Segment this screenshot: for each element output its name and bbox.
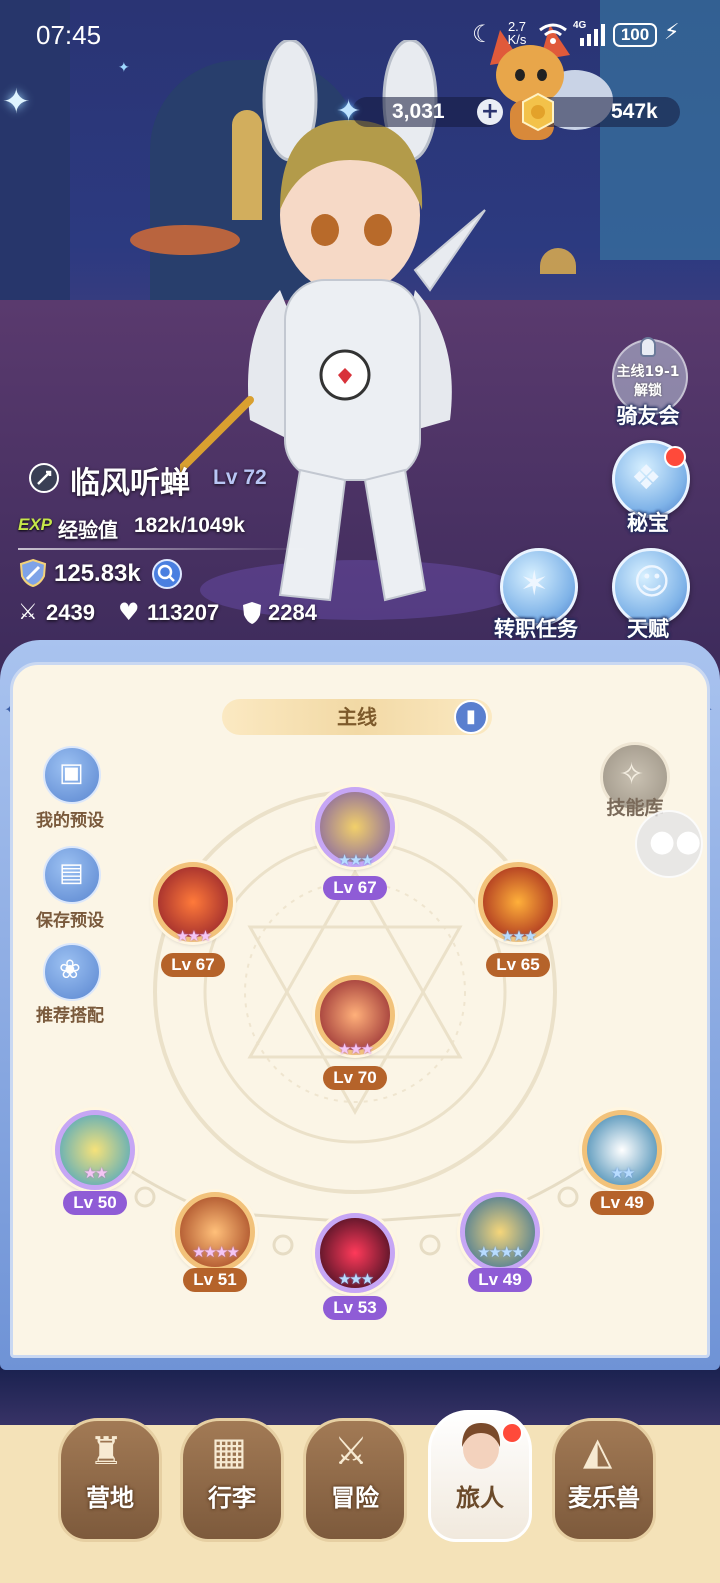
- riders-club-lock-text-1: 主线19-1: [616, 364, 680, 380]
- traveler-notification-dot: [501, 1422, 523, 1444]
- backpack-icon: ▦: [211, 1429, 247, 1473]
- skill-stars: ★★★: [175, 927, 212, 945]
- treasure-label: 秘宝: [627, 511, 669, 535]
- clover-icon: ❀: [59, 955, 81, 985]
- crossed-swords-icon: ⚔: [334, 1429, 369, 1473]
- character-level: Lv 72: [213, 466, 267, 489]
- talent-head-icon: ☺: [633, 562, 671, 603]
- castle-icon: ♜: [89, 1429, 124, 1473]
- exp-value: 182k/1049k: [134, 514, 245, 537]
- nav-traveler-label: 旅人: [456, 1484, 504, 1512]
- power-shield-icon: [19, 558, 47, 588]
- defense-shield-icon: [243, 602, 261, 624]
- tab-main-line[interactable]: 主线: [222, 699, 492, 735]
- talent-label: 天赋: [627, 617, 669, 641]
- combat-power-value: 125.83k: [54, 560, 141, 587]
- skill-stars: ★★: [83, 1164, 109, 1182]
- moon-icon: ☾: [472, 20, 494, 48]
- net-speed-unit: K/s: [507, 32, 527, 47]
- save-icon: ▤: [59, 858, 84, 888]
- chat-button[interactable]: ●●: [635, 810, 703, 878]
- skill-level: Lv 65: [486, 953, 550, 977]
- traveler-avatar-icon: [462, 1423, 501, 1469]
- sparkle-icon: ✦: [118, 60, 130, 76]
- treasure-notification-dot: [664, 446, 686, 468]
- skill-stars: ★★: [610, 1164, 636, 1182]
- class-icon: [29, 463, 59, 493]
- character-name: 临风听蝉: [70, 466, 190, 501]
- gold-currency-value: 547k: [611, 100, 658, 123]
- lock-icon: [640, 337, 656, 357]
- recommended-build-label: 推荐搭配: [36, 1006, 104, 1026]
- gold-coin-icon: [522, 92, 554, 132]
- pet-face-icon: ◭: [583, 1429, 613, 1473]
- job-quest-icon: ✶: [520, 564, 549, 604]
- nav-adventure-label: 冒险: [331, 1484, 379, 1512]
- my-preset-button[interactable]: ▣: [43, 746, 101, 804]
- recommended-build-button[interactable]: ❀: [43, 943, 101, 1001]
- skill-level: Lv 49: [590, 1191, 654, 1215]
- tab-main-line-label: 主线: [337, 705, 377, 729]
- power-detail-button[interactable]: [152, 559, 182, 589]
- net-speed: 2.7 K/s: [504, 20, 530, 46]
- nav-pets-label: 麦乐兽: [568, 1484, 640, 1512]
- skill-stars: ★★★: [337, 851, 374, 869]
- tab-book-icon[interactable]: ▮: [454, 700, 488, 734]
- skill-stars: ★★★: [500, 927, 537, 945]
- round-window: [540, 248, 576, 274]
- divider: [18, 548, 318, 550]
- skill-stars: ★★★★: [477, 1243, 525, 1261]
- skill-stars: ★★★: [337, 1040, 374, 1058]
- skill-level: Lv 67: [161, 953, 225, 977]
- skill-level: Lv 51: [183, 1268, 247, 1292]
- status-time: 07:45: [36, 20, 102, 50]
- riders-club-label: 骑友会: [616, 404, 680, 428]
- hp-value: 113207: [147, 600, 220, 625]
- defense-value: 2284: [268, 600, 317, 625]
- save-preset-button[interactable]: ▤: [43, 846, 101, 904]
- save-preset-label: 保存预设: [36, 911, 104, 931]
- exp-label: 经验值: [58, 518, 118, 542]
- skill-level: Lv 50: [63, 1191, 127, 1215]
- skill-level: Lv 70: [323, 1066, 387, 1090]
- attack-value: 2439: [46, 600, 95, 625]
- nav-luggage-label: 行李: [208, 1484, 256, 1512]
- job-quest-label: 转职任务: [494, 617, 578, 641]
- wifi-icon: [539, 23, 567, 44]
- add-currency-button[interactable]: +: [477, 99, 503, 125]
- riders-club-lock-text-2: 解锁: [634, 383, 662, 399]
- attack-icon: ⚔: [18, 600, 38, 625]
- battery-indicator: 100: [613, 23, 657, 47]
- treasure-chest-icon: ❖: [631, 458, 662, 498]
- heart-icon: ♥: [118, 598, 140, 626]
- cards-icon: ▣: [59, 758, 84, 788]
- search-icon: [157, 564, 175, 582]
- chat-bubble-icon: ●●: [649, 824, 702, 859]
- nav-camp-label: 营地: [86, 1484, 134, 1512]
- skill-level: Lv 53: [323, 1296, 387, 1320]
- star-currency-value: 3,031: [392, 100, 445, 123]
- skill-level: Lv 67: [323, 876, 387, 900]
- skill-library-icon: ✧: [619, 757, 645, 792]
- skill-stars: ★★★★: [192, 1243, 240, 1261]
- my-preset-label: 我的预设: [36, 811, 104, 831]
- star-currency-icon: ✦: [336, 94, 362, 129]
- skill-stars: ★★★: [337, 1270, 374, 1288]
- gold-currency-pill: 547k: [535, 97, 680, 127]
- sparkle-icon: ✦: [2, 82, 31, 122]
- exp-badge: EXP: [18, 515, 53, 534]
- signal-icon: [580, 24, 605, 46]
- charging-icon: ⚡: [664, 20, 680, 45]
- skill-level: Lv 49: [468, 1268, 532, 1292]
